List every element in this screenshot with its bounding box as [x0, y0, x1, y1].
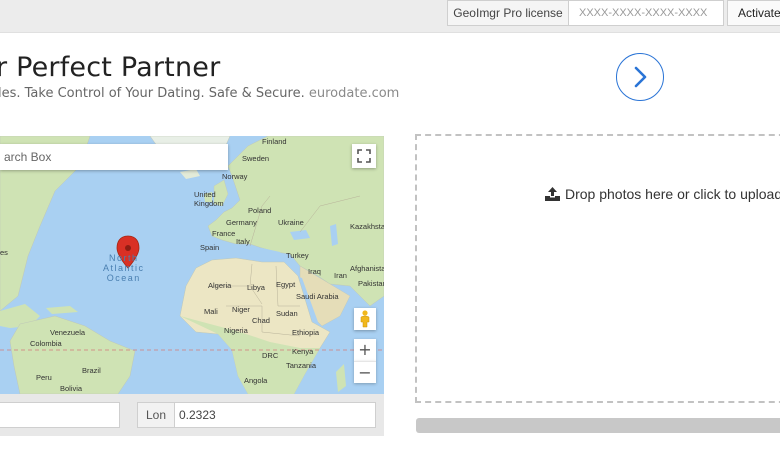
map-label: DRC — [262, 351, 279, 360]
upload-icon — [545, 187, 560, 201]
upload-progress-bar — [416, 418, 780, 433]
license-bar: GeoImgr Pro license Activate — [0, 0, 780, 33]
drop-zone-text: Drop photos here or click to upload — [565, 186, 780, 202]
map-label: Colombia — [30, 339, 62, 348]
map-label: Ukraine — [278, 218, 304, 227]
page-subtitle: les. Take Control of Your Dating. Safe &… — [0, 86, 399, 101]
map-label: Poland — [248, 206, 272, 215]
next-button[interactable] — [616, 53, 664, 101]
map-label: Kazakhsta — [350, 222, 384, 231]
page-title: r Perfect Partner — [0, 52, 221, 83]
map-label: Finland — [262, 137, 287, 146]
subtitle-text: les. Take Control of Your Dating. Safe &… — [0, 86, 305, 101]
map-label: Mali — [204, 307, 218, 316]
map-label: Italy — [236, 237, 250, 246]
map-label: France — [212, 229, 236, 238]
longitude-input[interactable] — [175, 402, 376, 428]
map-label: Sweden — [242, 154, 270, 163]
map-label: Sudan — [276, 309, 298, 318]
fullscreen-button[interactable] — [352, 144, 376, 168]
map-label: Peru — [36, 373, 52, 382]
map-search-input[interactable] — [0, 144, 228, 170]
street-view-button[interactable] — [354, 308, 376, 330]
map-label: Norway — [222, 172, 248, 181]
map-canvas[interactable]: Finland Sweden Norway United Kingdom Pol… — [0, 136, 384, 394]
fullscreen-icon — [357, 149, 371, 163]
world-map-graphic — [0, 136, 384, 394]
map-panel: Finland Sweden Norway United Kingdom Pol… — [0, 136, 384, 436]
map-label: Tanzania — [286, 361, 317, 370]
map-label: Pakistan — [358, 279, 384, 288]
ocean-label: North Atlantic Ocean — [103, 253, 145, 283]
map-label: Chad — [252, 316, 270, 325]
longitude-label: Lon — [137, 402, 175, 428]
map-label: Afghanista — [350, 264, 384, 273]
map-label: Iran — [334, 271, 347, 280]
map-label: Algeria — [208, 281, 232, 290]
pegman-icon — [360, 310, 370, 328]
license-label: GeoImgr Pro license — [447, 0, 569, 26]
map-label: es — [0, 248, 8, 257]
map-label: Germany — [226, 218, 257, 227]
license-key-input[interactable] — [569, 0, 724, 26]
map-label: Brazil — [82, 366, 101, 375]
zoom-out-button[interactable]: − — [354, 361, 376, 383]
map-label: Niger — [232, 305, 250, 314]
activate-button[interactable]: Activate — [727, 0, 780, 26]
map-label: Saudi Arabia — [296, 292, 339, 301]
map-label: Turkey — [286, 251, 309, 260]
map-label: Nigeria — [224, 326, 248, 335]
map-label: Spain — [200, 243, 220, 252]
zoom-in-button[interactable]: + — [354, 339, 376, 361]
map-label: Egypt — [276, 280, 296, 289]
latitude-input[interactable] — [0, 402, 120, 428]
map-label: Bolivia — [60, 384, 83, 393]
map-label: Iraq — [308, 267, 321, 276]
map-label: Kenya — [292, 347, 314, 356]
photo-drop-zone[interactable]: Drop photos here or click to upload — [415, 134, 780, 403]
map-label: Venezuela — [50, 328, 86, 337]
chevron-right-icon — [634, 66, 647, 88]
map-label: Libya — [247, 283, 265, 292]
map-label: United Kingdom — [194, 190, 224, 208]
subtitle-brand-link[interactable]: eurodate.com — [309, 86, 399, 101]
map-label: Ethiopia — [292, 328, 320, 337]
drop-zone-message: Drop photos here or click to upload — [545, 186, 780, 202]
map-label: Angola — [244, 376, 268, 385]
